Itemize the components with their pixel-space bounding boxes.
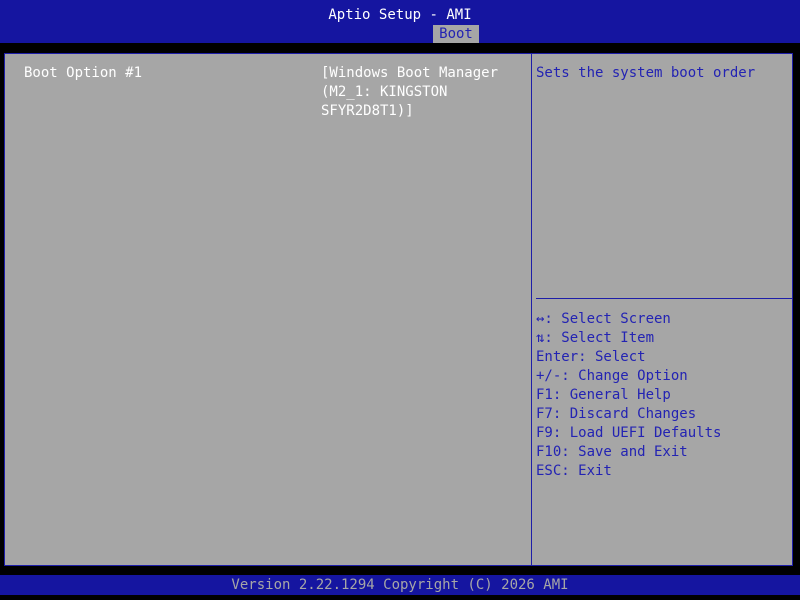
panel-divider-vertical — [531, 54, 532, 565]
setting-value-line: SFYR2D8T1)] — [321, 103, 414, 119]
key-help-list: ↔: Select Screen ⇅: Select Item Enter: S… — [536, 310, 786, 481]
key-help-item: ESC: Exit — [536, 463, 612, 479]
help-description: Sets the system boot order — [536, 65, 756, 81]
key-help-item: F10: Save and Exit — [536, 444, 688, 460]
key-help-item: F9: Load UEFI Defaults — [536, 425, 722, 441]
key-help-item: ↔: Select Screen — [536, 311, 671, 327]
app-title: Aptio Setup - AMI — [328, 7, 472, 23]
setting-value-boot-option-1[interactable]: [Windows Boot Manager (M2_1: KINGSTON SF… — [321, 64, 521, 121]
key-help-item: Enter: Select — [536, 349, 646, 365]
setting-label-boot-option-1[interactable]: Boot Option #1 — [24, 64, 142, 83]
setting-value-line: [Windows Boot Manager — [321, 65, 499, 81]
key-help-item: F1: General Help — [536, 387, 671, 403]
key-help-item: ⇅: Select Item — [536, 330, 655, 346]
help-divider-horizontal — [536, 298, 792, 299]
tab-boot[interactable]: Boot — [433, 25, 479, 43]
key-help-item: +/-: Change Option — [536, 368, 688, 384]
key-help-item: F7: Discard Changes — [536, 406, 697, 422]
main-panel: Boot Option #1 [Windows Boot Manager (M2… — [4, 53, 793, 566]
footer-version: Version 2.22.1294 Copyright (C) 2026 AMI — [0, 575, 800, 595]
header-bar: Aptio Setup - AMI Boot — [0, 0, 800, 43]
setting-value-line: (M2_1: KINGSTON — [321, 84, 448, 100]
